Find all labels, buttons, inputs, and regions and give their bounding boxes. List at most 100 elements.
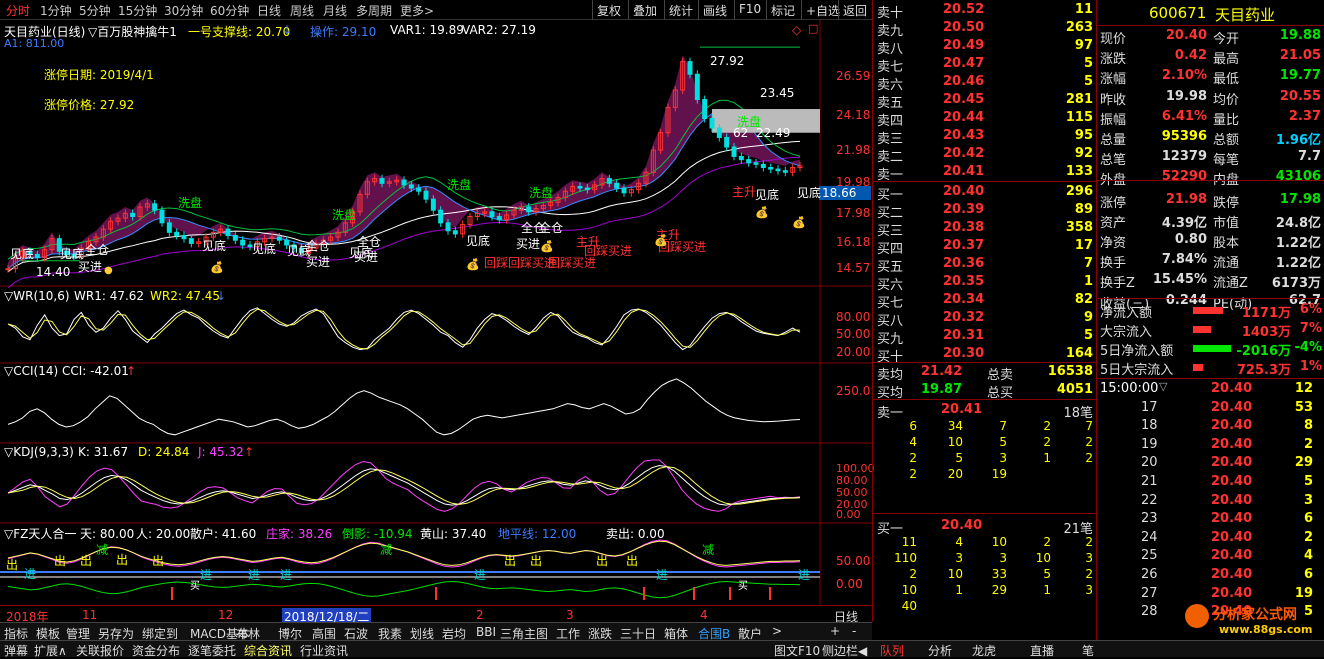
- bottom-tab-related-quote[interactable]: 关联报价: [76, 642, 124, 659]
- scroll-right-icon[interactable]: >: [772, 624, 782, 638]
- window-restore-icon[interactable]: □: [808, 22, 818, 35]
- quote-label: 流通Z: [1213, 276, 1248, 292]
- chevron-down-icon: ▽: [88, 25, 98, 39]
- ask-row: 卖六 20.46 5: [873, 73, 1097, 93]
- fund-flow-row: 5日大宗流入 725.3万 1%: [1097, 358, 1324, 378]
- period-tab-5min[interactable]: 5分钟: [79, 2, 111, 19]
- var1-label: VAR1: 19.89: [390, 23, 464, 37]
- queue-cell: 3: [999, 451, 1007, 465]
- restore-rights-button[interactable]: 复权: [592, 0, 625, 20]
- order-price: 20.39: [943, 202, 985, 217]
- mark-button[interactable]: 标记: [766, 0, 799, 20]
- diamond-icon[interactable]: ◇: [792, 23, 801, 37]
- bottom-tab-dragon-tiger[interactable]: 龙虎: [972, 642, 996, 659]
- draw-line-button[interactable]: 画线: [698, 0, 731, 20]
- quote-label: 现价: [1100, 32, 1127, 47]
- fz-ren-value: 人: 20.00: [136, 527, 191, 541]
- period-tab-month[interactable]: 月线: [323, 2, 347, 19]
- quote-panel: 600671 天目药业 现价 20.40 今开 19.88 涨跌 0.42 最高 21.05 涨…: [1096, 0, 1324, 640]
- up-arrow-icon: ↑: [244, 445, 255, 459]
- fz-title[interactable]: ▽FZ天人合一: [4, 525, 76, 542]
- fz-out-mark: 出: [530, 554, 543, 568]
- quote-row: 换手Z 15.45% 流通Z 6173万: [1097, 271, 1324, 292]
- order-price: 20.30: [943, 346, 985, 361]
- period-tab-multi[interactable]: 多周期: [356, 2, 392, 19]
- wr-title[interactable]: ▽WR(10,6): [4, 289, 70, 303]
- back-button[interactable]: 返回: [838, 0, 871, 20]
- indicator-tab[interactable]: BBI: [476, 625, 496, 639]
- tick-time: 23: [1141, 511, 1158, 527]
- queue-cell: 7: [1085, 419, 1093, 433]
- period-tab-1min[interactable]: 1分钟: [40, 2, 72, 19]
- chevron-down-icon: ▽: [4, 364, 14, 378]
- bottom-tab-order-entrust[interactable]: 逐笔委托: [188, 642, 236, 659]
- buy-label: 买进: [354, 250, 379, 264]
- kdj-j-value: J: 45.32: [198, 445, 244, 459]
- tick-time: 27: [1141, 585, 1158, 601]
- kdj-title[interactable]: ▽KDJ(9,3,3): [4, 445, 74, 459]
- current-price-tag: 18.66: [819, 186, 871, 200]
- main-indicator-name[interactable]: ▽百万股神擒牛1: [88, 23, 177, 40]
- x-axis-label: 3: [566, 608, 574, 622]
- candle-body: [152, 203, 158, 211]
- wr1-value: WR1: 47.62: [74, 289, 145, 303]
- sidebar-toggle[interactable]: 侧边栏◀: [822, 642, 867, 659]
- x-axis-label: 2: [476, 608, 484, 622]
- period-tab-more[interactable]: 更多>: [400, 2, 434, 19]
- ask-queue-row: 2 20 19: [873, 467, 1097, 483]
- candle-body: [702, 99, 708, 120]
- period-tab-15min[interactable]: 15分钟: [118, 2, 157, 19]
- period-tab-60min[interactable]: 60分钟: [210, 2, 249, 19]
- add-tab-icon[interactable]: +: [830, 624, 840, 638]
- order-price: 20.32: [943, 310, 985, 325]
- tick-time: 19: [1141, 436, 1158, 452]
- bottom-tab-fund-distribution[interactable]: 资金分布: [132, 642, 180, 659]
- queue-cell: 10: [991, 535, 1007, 549]
- bottom-tab-live[interactable]: 直播: [1030, 642, 1054, 659]
- stats-button[interactable]: 统计: [664, 0, 697, 20]
- bottom-label: 见底: [797, 186, 822, 200]
- buy-label: 买进: [306, 255, 331, 269]
- chevron-down-icon[interactable]: ▽: [1159, 380, 1167, 393]
- candle-body: [738, 155, 744, 161]
- bottom-tab-danmu[interactable]: 弹幕: [4, 642, 28, 659]
- bottom-tab-industry-news[interactable]: 行业资讯: [300, 642, 348, 659]
- fz-in-mark: 进: [474, 568, 487, 582]
- period-tab-day[interactable]: 日线: [257, 2, 281, 19]
- bid-row: 买四 20.37 17: [873, 237, 1097, 257]
- candle-body: [5, 268, 11, 271]
- wash-label: 洗盘: [529, 186, 554, 200]
- quote-label: 总笔: [1100, 153, 1127, 169]
- quote-label: 振幅: [1100, 112, 1127, 128]
- y-tick: 80.00: [836, 310, 871, 324]
- remove-tab-icon[interactable]: -: [852, 624, 856, 638]
- cci-title[interactable]: ▽CCI(14): [4, 364, 58, 378]
- period-tab-fenshi[interactable]: 分时: [6, 2, 30, 19]
- stock-header: 600671 天目药业: [1097, 0, 1324, 26]
- order-volume: 95: [1074, 128, 1093, 143]
- quote-label: 总量: [1100, 133, 1127, 148]
- bottom-tab-queue[interactable]: 队列: [880, 642, 904, 659]
- indicator-name-label: 百万股神擒牛1: [97, 25, 177, 39]
- f10-button[interactable]: F10: [734, 0, 765, 20]
- candle-body: [606, 178, 612, 184]
- candle-body: [614, 182, 620, 189]
- bottom-tab-f10[interactable]: 图文F10: [774, 642, 820, 659]
- bottom-tab-expand[interactable]: 扩展∧: [34, 642, 67, 659]
- overlay-button[interactable]: 叠加: [628, 0, 661, 20]
- period-tab-week[interactable]: 周线: [290, 2, 314, 19]
- bottom-tab-news[interactable]: 综合资讯: [244, 642, 292, 659]
- fund-flow-bar: [1193, 345, 1231, 352]
- wash-label: 洗盘: [178, 196, 203, 210]
- bottom-tab-analysis[interactable]: 分析: [928, 642, 952, 659]
- money-bag-icon: 💰: [540, 240, 554, 253]
- queue-cell: 6: [909, 419, 917, 433]
- period-tab-30min[interactable]: 30分钟: [164, 2, 203, 19]
- ask-row: 卖一 20.41 133: [873, 163, 1097, 183]
- kdj-j-line: [7, 459, 801, 512]
- kdj-indicator-chart: [7, 459, 801, 512]
- tick-price: 20.40: [1211, 529, 1253, 545]
- bottom-tab-tick[interactable]: 笔: [1082, 642, 1094, 659]
- tick-row: 17 20.40 53: [1097, 399, 1324, 417]
- pullback-buy-label: 回踩买进: [584, 244, 633, 258]
